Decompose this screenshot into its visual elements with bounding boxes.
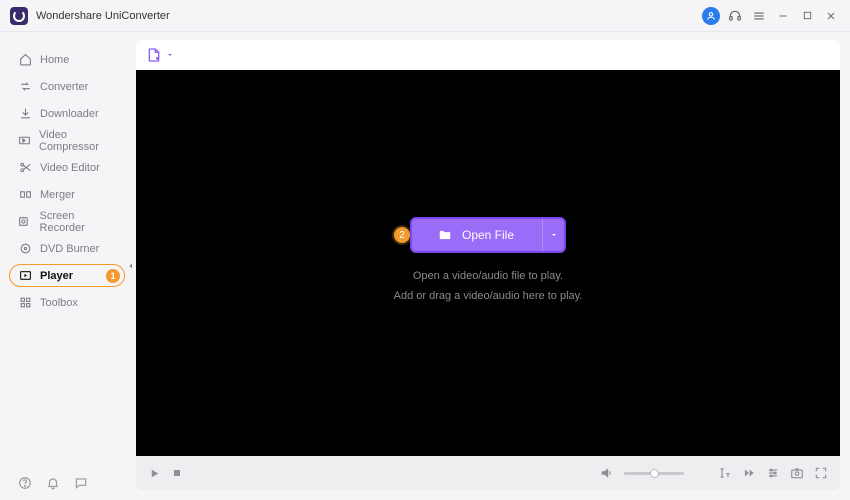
app-logo-icon bbox=[10, 7, 28, 25]
sidebar-item-label: DVD Burner bbox=[40, 243, 99, 255]
minimize-button[interactable] bbox=[774, 7, 792, 25]
headset-icon[interactable] bbox=[726, 7, 744, 25]
sidebar-item-label: Player bbox=[40, 270, 73, 282]
sidebar-item-label: Toolbox bbox=[40, 297, 78, 309]
recorder-icon bbox=[18, 215, 32, 228]
sidebar-item-toolbox[interactable]: Toolbox bbox=[0, 289, 130, 316]
sidebar-footer bbox=[0, 476, 130, 490]
compressor-icon bbox=[18, 134, 31, 147]
sidebar-item-label: Home bbox=[40, 54, 69, 66]
sidebar-item-player[interactable]: Player 1 bbox=[0, 262, 130, 289]
sidebar-item-label: Converter bbox=[40, 81, 88, 93]
subtitle-button[interactable] bbox=[718, 466, 732, 480]
sidebar-item-label: Video Compressor bbox=[39, 129, 120, 153]
account-avatar-icon[interactable] bbox=[702, 7, 720, 25]
settings-button[interactable] bbox=[766, 466, 780, 480]
sidebar-item-video-editor[interactable]: Video Editor bbox=[0, 154, 130, 181]
bell-icon[interactable] bbox=[46, 476, 60, 490]
open-file-main[interactable]: Open File bbox=[412, 219, 542, 251]
chevron-down-icon bbox=[166, 51, 174, 59]
home-icon bbox=[18, 53, 32, 66]
help-icon[interactable] bbox=[18, 476, 32, 490]
stop-button[interactable] bbox=[171, 467, 183, 479]
speed-button[interactable] bbox=[742, 466, 756, 480]
player-toolbar bbox=[136, 40, 840, 70]
hint-line-2: Add or drag a video/audio here to play. bbox=[394, 287, 583, 307]
hint-line-1: Open a video/audio file to play. bbox=[394, 267, 583, 287]
sidebar-item-label: Downloader bbox=[40, 108, 99, 120]
menu-icon[interactable] bbox=[750, 7, 768, 25]
open-file-dropdown[interactable] bbox=[542, 219, 564, 251]
sidebar-item-label: Merger bbox=[40, 189, 75, 201]
open-file-button[interactable]: Open File bbox=[412, 219, 564, 251]
converter-icon bbox=[18, 80, 32, 93]
add-file-button[interactable] bbox=[146, 47, 174, 63]
download-icon bbox=[18, 107, 32, 120]
feedback-icon[interactable] bbox=[74, 476, 88, 490]
sidebar-item-converter[interactable]: Converter bbox=[0, 73, 130, 100]
main-area: 2 Open File Open a video/audio file to p… bbox=[130, 32, 850, 500]
sidebar-item-video-compressor[interactable]: Video Compressor bbox=[0, 127, 130, 154]
sidebar-item-merger[interactable]: Merger bbox=[0, 181, 130, 208]
player-icon bbox=[18, 269, 32, 282]
sidebar: Home Converter Downloader Video Compress… bbox=[0, 32, 130, 500]
open-file-callout-badge: 2 bbox=[394, 227, 410, 243]
open-file-label: Open File bbox=[462, 228, 514, 242]
fullscreen-button[interactable] bbox=[814, 466, 828, 480]
maximize-button[interactable] bbox=[798, 7, 816, 25]
scissors-icon bbox=[18, 161, 32, 174]
playback-controls bbox=[136, 456, 840, 490]
sidebar-item-dvd-burner[interactable]: DVD Burner bbox=[0, 235, 130, 262]
sidebar-item-label: Video Editor bbox=[40, 162, 100, 174]
play-button[interactable] bbox=[148, 467, 161, 480]
volume-slider[interactable] bbox=[624, 472, 684, 475]
app-title: Wondershare UniConverter bbox=[36, 10, 170, 22]
titlebar: Wondershare UniConverter bbox=[0, 0, 850, 32]
sidebar-item-home[interactable]: Home bbox=[0, 46, 130, 73]
merger-icon bbox=[18, 188, 32, 201]
drop-hint: Open a video/audio file to play. Add or … bbox=[394, 267, 583, 307]
sidebar-item-screen-recorder[interactable]: Screen Recorder bbox=[0, 208, 130, 235]
volume-icon[interactable] bbox=[600, 466, 614, 480]
snapshot-button[interactable] bbox=[790, 466, 804, 480]
video-drop-area[interactable]: 2 Open File Open a video/audio file to p… bbox=[136, 70, 840, 456]
sidebar-collapse-handle[interactable] bbox=[126, 258, 136, 274]
folder-icon bbox=[438, 228, 452, 242]
toolbox-icon bbox=[18, 296, 32, 309]
sidebar-item-label: Screen Recorder bbox=[40, 210, 120, 234]
dvd-icon bbox=[18, 242, 32, 255]
chevron-down-icon bbox=[550, 231, 558, 239]
sidebar-item-downloader[interactable]: Downloader bbox=[0, 100, 130, 127]
player-badge: 1 bbox=[106, 269, 120, 283]
close-button[interactable] bbox=[822, 7, 840, 25]
